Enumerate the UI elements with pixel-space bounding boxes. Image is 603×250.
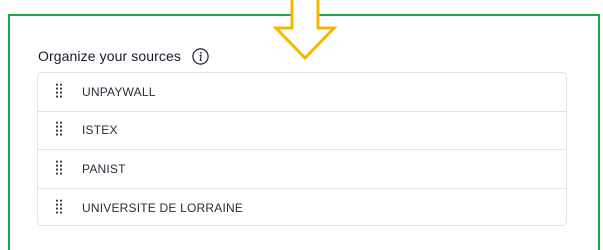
down-arrow-icon xyxy=(272,0,338,60)
section-header: Organize your sources xyxy=(38,45,209,67)
source-item-istex[interactable]: ISTEX xyxy=(38,112,566,150)
source-item-unpaywall[interactable]: UNPAYWALL xyxy=(38,73,566,112)
drag-handle-icon[interactable] xyxy=(56,199,62,214)
section-title: Organize your sources xyxy=(38,48,181,64)
source-item-universite-de-lorraine[interactable]: UNIVERSITE DE LORRAINE xyxy=(38,189,566,228)
source-item-panist[interactable]: PANIST xyxy=(38,150,566,189)
drag-handle-icon[interactable] xyxy=(56,160,62,175)
source-label: UNIVERSITE DE LORRAINE xyxy=(82,200,244,215)
sources-list: UNPAYWALL ISTEX PANIST UNIVERSITE DE LOR… xyxy=(37,72,567,226)
source-label: PANIST xyxy=(82,161,126,176)
drag-handle-icon[interactable] xyxy=(56,121,62,136)
source-label: UNPAYWALL xyxy=(82,84,156,99)
info-icon[interactable] xyxy=(192,47,209,65)
source-label: ISTEX xyxy=(82,123,118,138)
drag-handle-icon[interactable] xyxy=(56,83,62,98)
